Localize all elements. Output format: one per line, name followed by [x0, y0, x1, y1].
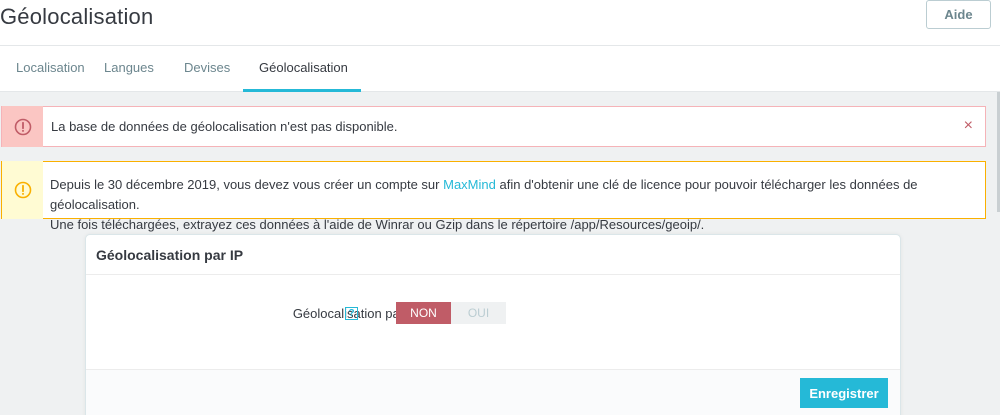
alert-warning-line2: Une fois téléchargées, extrayez ces donn…: [50, 217, 705, 232]
alert-danger-text: La base de données de géolocalisation n'…: [51, 119, 398, 134]
maxmind-link[interactable]: MaxMind: [443, 177, 496, 192]
panel-footer: Enregistrer: [86, 369, 900, 415]
close-icon[interactable]: ×: [964, 118, 973, 134]
alert-warning-text: Depuis le 30 décembre 2019, vous devez v…: [43, 175, 983, 235]
geolocation-ip-switch[interactable]: NON OUI: [396, 302, 506, 324]
alert-warning-line1: Depuis le 30 décembre 2019, vous devez v…: [50, 175, 983, 215]
help-question-icon[interactable]: ?: [345, 307, 358, 320]
page-title: Géolocalisation: [0, 4, 154, 29]
switch-option-yes[interactable]: OUI: [451, 302, 506, 324]
geolocation-by-ip-panel: Géolocalisation par IP Géolocalisation p…: [85, 234, 901, 415]
tab-geolocalisation[interactable]: Géolocalisation: [243, 46, 361, 92]
switch-option-no[interactable]: NON: [396, 302, 451, 324]
panel-title: Géolocalisation par IP: [86, 235, 900, 275]
tab-langues[interactable]: Langues: [88, 46, 170, 92]
tab-bar: Localisation Langues Devises Géolocalisa…: [0, 46, 1000, 92]
alert-warning-text-before: Depuis le 30 décembre 2019, vous devez v…: [50, 177, 440, 192]
alert-danger-icon-box: [1, 106, 43, 147]
exclamation-circle-icon: [14, 118, 32, 136]
alert-warning: Depuis le 30 décembre 2019, vous devez v…: [1, 161, 986, 232]
alert-danger: La base de données de géolocalisation n'…: [1, 106, 986, 147]
help-button[interactable]: Aide: [926, 0, 991, 29]
form-row-geolocation-ip: Géolocalisation par IP ? NON OUI: [86, 302, 900, 326]
tab-localisation[interactable]: Localisation: [0, 46, 101, 92]
save-button[interactable]: Enregistrer: [800, 378, 888, 408]
page-header: Géolocalisation Aide: [0, 0, 1000, 46]
alert-warning-icon-box: [1, 161, 43, 219]
tab-devises[interactable]: Devises: [168, 46, 246, 92]
exclamation-circle-icon: [14, 181, 32, 199]
